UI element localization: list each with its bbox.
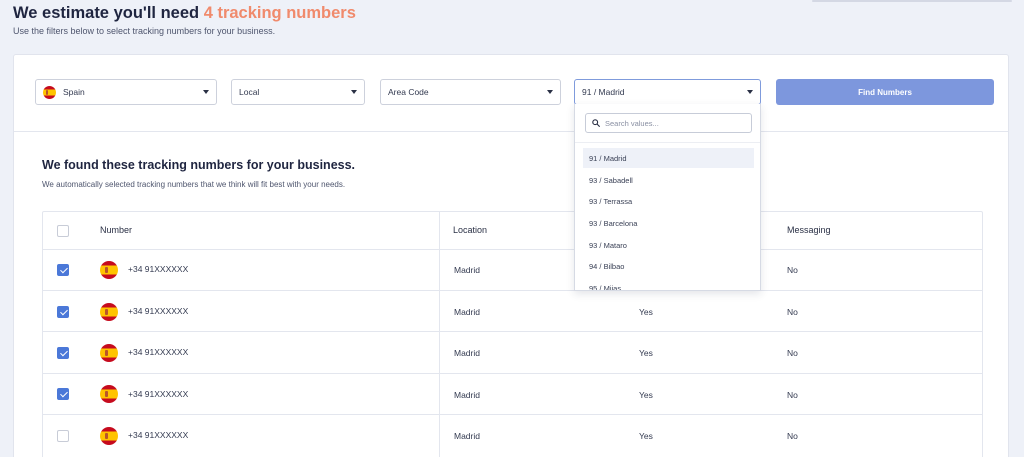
voice-cell: Yes bbox=[639, 431, 653, 441]
dropdown-option[interactable]: 95 / Mijas bbox=[583, 278, 754, 291]
country-select-value: Spain bbox=[63, 87, 85, 97]
number-type-value: Local bbox=[239, 87, 260, 97]
spain-flag-icon bbox=[100, 303, 118, 321]
dropdown-search-input[interactable]: Search values... bbox=[585, 113, 752, 133]
row-divider bbox=[42, 249, 983, 250]
page-title: We estimate you'll need 4 tracking numbe… bbox=[13, 4, 356, 23]
chevron-down-icon bbox=[547, 90, 553, 94]
voice-cell: Yes bbox=[639, 348, 653, 358]
chevron-down-icon bbox=[747, 90, 753, 94]
row-checkbox[interactable] bbox=[57, 347, 69, 359]
search-icon bbox=[592, 119, 600, 127]
phone-number: +34 91XXXXXX bbox=[128, 306, 189, 316]
column-header-number[interactable]: Number bbox=[100, 225, 132, 235]
page-title-prefix: We estimate you'll need bbox=[13, 4, 204, 22]
column-header-location[interactable]: Location bbox=[453, 225, 487, 235]
spain-flag-icon bbox=[100, 385, 118, 403]
messaging-cell: No bbox=[787, 265, 798, 275]
messaging-cell: No bbox=[787, 431, 798, 441]
dropdown-separator bbox=[575, 142, 760, 143]
location-cell: Madrid bbox=[454, 390, 480, 400]
location-cell: Madrid bbox=[454, 265, 480, 275]
dropdown-option[interactable]: 93 / Mataro bbox=[583, 235, 754, 255]
row-checkbox[interactable] bbox=[57, 430, 69, 442]
area-code-type-select[interactable]: Area Code bbox=[380, 79, 561, 105]
phone-number: +34 91XXXXXX bbox=[128, 264, 189, 274]
chevron-down-icon bbox=[203, 90, 209, 94]
phone-number: +34 91XXXXXX bbox=[128, 430, 189, 440]
messaging-cell: No bbox=[787, 348, 798, 358]
tracking-count: 4 tracking numbers bbox=[203, 4, 356, 22]
location-cell: Madrid bbox=[454, 307, 480, 317]
row-divider bbox=[42, 414, 983, 415]
messaging-cell: No bbox=[787, 307, 798, 317]
row-divider bbox=[42, 373, 983, 374]
country-select[interactable]: Spain bbox=[35, 79, 217, 105]
dropdown-option[interactable]: 94 / Bilbao bbox=[583, 256, 754, 276]
area-code-dropdown: Search values... 91 / Madrid 93 / Sabade… bbox=[574, 104, 761, 291]
row-divider bbox=[42, 331, 983, 332]
voice-cell: Yes bbox=[639, 390, 653, 400]
card-divider bbox=[14, 131, 1008, 132]
chevron-down-icon bbox=[351, 90, 357, 94]
dropdown-option[interactable]: 91 / Madrid bbox=[583, 148, 754, 168]
location-cell: Madrid bbox=[454, 348, 480, 358]
results-subtitle: We automatically selected tracking numbe… bbox=[42, 180, 346, 189]
row-checkbox[interactable] bbox=[57, 264, 69, 276]
page-subtitle: Use the filters below to select tracking… bbox=[13, 26, 276, 36]
dropdown-option[interactable]: 93 / Barcelona bbox=[583, 213, 754, 233]
area-code-select-value: 91 / Madrid bbox=[582, 87, 625, 97]
spain-flag-icon bbox=[100, 427, 118, 445]
numbers-table bbox=[42, 211, 983, 457]
column-header-messaging[interactable]: Messaging bbox=[787, 225, 831, 235]
voice-cell: Yes bbox=[639, 307, 653, 317]
spain-flag-icon bbox=[100, 261, 118, 279]
area-code-select[interactable]: 91 / Madrid bbox=[574, 79, 761, 105]
spain-flag-icon bbox=[43, 85, 56, 99]
phone-number: +34 91XXXXXX bbox=[128, 347, 189, 357]
dropdown-option[interactable]: 93 / Terrassa bbox=[583, 191, 754, 211]
spain-flag-icon bbox=[100, 344, 118, 362]
area-code-type-value: Area Code bbox=[388, 87, 429, 97]
number-type-select[interactable]: Local bbox=[231, 79, 365, 105]
top-decoration bbox=[812, 0, 1012, 2]
row-divider bbox=[42, 290, 983, 291]
select-all-checkbox[interactable] bbox=[57, 225, 69, 237]
results-title: We found these tracking numbers for your… bbox=[42, 158, 356, 172]
row-checkbox[interactable] bbox=[57, 306, 69, 318]
row-checkbox[interactable] bbox=[57, 388, 69, 400]
find-numbers-button[interactable]: Find Numbers bbox=[776, 79, 994, 105]
dropdown-option[interactable]: 93 / Sabadell bbox=[583, 170, 754, 190]
phone-number: +34 91XXXXXX bbox=[128, 389, 189, 399]
location-cell: Madrid bbox=[454, 431, 480, 441]
dropdown-search-placeholder: Search values... bbox=[605, 118, 659, 128]
messaging-cell: No bbox=[787, 390, 798, 400]
